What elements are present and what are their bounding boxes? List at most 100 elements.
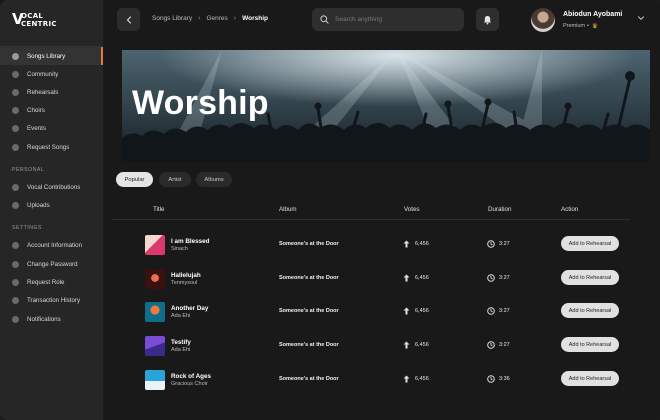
- table-row[interactable]: Testify Ada Ehi Someone's at the Door 6,…: [112, 329, 630, 362]
- add-to-rehearsal-button[interactable]: Add to Rehearsal: [561, 337, 619, 352]
- request-icon: [12, 143, 19, 151]
- vote-icon: [403, 375, 410, 383]
- bell-icon: [484, 15, 491, 24]
- user-icon: [12, 241, 19, 249]
- album-name: Someone's at the Door: [279, 308, 339, 314]
- rehearsals-icon: [12, 88, 19, 96]
- song-artist: Tenmysoul: [171, 280, 198, 286]
- chevron-left-icon: [126, 15, 131, 24]
- breadcrumb-current: Worship: [242, 15, 269, 22]
- table-row[interactable]: Hallelujah Tenmysoul Someone's at the Do…: [112, 262, 630, 295]
- music-icon: [12, 52, 19, 60]
- history-icon: [12, 296, 19, 304]
- vote-count: 6,456: [415, 275, 429, 281]
- column-header-album[interactable]: Album: [279, 206, 297, 213]
- bell-icon: [12, 315, 19, 323]
- clock-icon: [487, 274, 495, 282]
- chevron-down-icon[interactable]: [637, 14, 645, 22]
- search-input[interactable]: Search anything: [312, 8, 464, 31]
- breadcrumb: Songs Library › Genres › Worship: [152, 15, 268, 22]
- tab-popular[interactable]: Popular: [116, 172, 153, 187]
- breadcrumb-genres[interactable]: Genres: [206, 15, 227, 22]
- sidebar-item-rehearsals[interactable]: Rehearsals: [0, 83, 103, 101]
- column-header-votes[interactable]: Votes: [404, 206, 419, 213]
- sidebar-item-change-password[interactable]: Change Password: [0, 255, 103, 273]
- song-artist: Ada Ehi: [171, 347, 191, 353]
- vote-count: 6,456: [415, 308, 429, 314]
- tab-albums[interactable]: Albums: [196, 172, 232, 187]
- column-header-duration[interactable]: Duration: [488, 206, 511, 213]
- clock-icon: [487, 240, 495, 248]
- add-to-rehearsal-button[interactable]: Add to Rehearsal: [561, 303, 619, 318]
- sidebar-item-label: Uploads: [27, 201, 50, 209]
- sidebar-item-transaction-history[interactable]: Transaction History: [0, 291, 103, 309]
- song-title: Hallelujah: [171, 272, 201, 279]
- logo[interactable]: V OCAL CENTRIC: [12, 10, 56, 30]
- song-duration: 3:27: [499, 241, 510, 247]
- role-icon: [12, 278, 19, 286]
- chevron-right-icon: ›: [198, 15, 201, 22]
- sidebar-item-account-information[interactable]: Account Information: [0, 236, 103, 254]
- sidebar-item-choirs[interactable]: Choirs: [0, 101, 103, 119]
- sidebar-item-label: Vocal Contributions: [27, 183, 81, 191]
- crown-icon: ♛: [591, 23, 598, 30]
- upload-icon: [12, 201, 19, 209]
- song-artist: Ada Ehi: [171, 313, 191, 319]
- column-header-action: Action: [561, 206, 579, 213]
- sidebar-item-label: Songs Library: [27, 52, 66, 60]
- song-duration: 3:36: [499, 376, 510, 382]
- table-header-divider: [112, 219, 630, 220]
- song-title: Another Day: [171, 305, 209, 312]
- user-plan: Premium • ♛: [563, 22, 598, 30]
- sidebar-item-label: Account Information: [27, 241, 83, 249]
- sidebar-item-community[interactable]: Community: [0, 65, 103, 83]
- vote-count: 6,456: [415, 342, 429, 348]
- sidebar-item-uploads[interactable]: Uploads: [0, 196, 103, 214]
- vote-count: 6,456: [415, 241, 429, 247]
- user-plan-separator: •: [587, 23, 589, 29]
- sidebar-item-notifications[interactable]: Notifications: [0, 310, 103, 328]
- notifications-button[interactable]: [476, 8, 499, 31]
- song-title: I am Blessed: [171, 238, 210, 245]
- tab-artist[interactable]: Artist: [159, 172, 191, 187]
- logo-text-line2: CENTRIC: [21, 20, 57, 28]
- vote-icon: [403, 274, 410, 282]
- add-to-rehearsal-button[interactable]: Add to Rehearsal: [561, 236, 619, 251]
- user-plan-label: Premium: [563, 23, 586, 29]
- song-artist: Sinach: [171, 246, 188, 252]
- album-cover-image: [145, 336, 165, 356]
- avatar[interactable]: [531, 8, 555, 32]
- sidebar-item-songs-library[interactable]: Songs Library: [0, 47, 103, 65]
- sidebar-item-label: Transaction History: [27, 296, 81, 304]
- song-title: Rock of Ages: [171, 373, 212, 380]
- album-cover-image: [145, 302, 165, 322]
- table-row[interactable]: I am Blessed Sinach Someone's at the Doo…: [112, 228, 630, 261]
- vote-icon: [403, 240, 410, 248]
- sidebar-item-events[interactable]: Events: [0, 119, 103, 137]
- lock-icon: [12, 260, 19, 268]
- sidebar-item-label: Request Role: [27, 278, 65, 286]
- add-to-rehearsal-button[interactable]: Add to Rehearsal: [561, 371, 619, 386]
- sidebar-item-label: Rehearsals: [27, 88, 59, 96]
- chevron-right-icon: ›: [233, 15, 237, 22]
- back-button[interactable]: [117, 8, 140, 31]
- song-duration: 3:27: [499, 342, 510, 348]
- section-label-personal: PERSONAL: [12, 167, 45, 173]
- clock-icon: [487, 341, 495, 349]
- sidebar-item-request-songs[interactable]: Request Songs: [0, 138, 103, 156]
- sidebar-item-request-role[interactable]: Request Role: [0, 273, 103, 291]
- section-label-settings: SETTINGS: [12, 225, 42, 231]
- search-icon: [320, 15, 329, 24]
- song-artist: Gracious Choir: [171, 381, 208, 387]
- add-to-rehearsal-button[interactable]: Add to Rehearsal: [561, 270, 619, 285]
- breadcrumb-songs-library[interactable]: Songs Library: [152, 15, 192, 22]
- sidebar-item-vocal-contributions[interactable]: Vocal Contributions: [0, 178, 103, 196]
- column-header-title[interactable]: Title: [153, 206, 164, 213]
- logo-text-line1: OCAL: [21, 12, 44, 20]
- table-row[interactable]: Another Day Ada Ehi Someone's at the Doo…: [112, 295, 630, 328]
- vote-count: 6,456: [415, 376, 429, 382]
- search-placeholder: Search anything: [335, 16, 382, 23]
- app-window: V OCAL CENTRIC Songs Library Community R…: [0, 0, 660, 420]
- table-row[interactable]: Rock of Ages Gracious Choir Someone's at…: [112, 363, 630, 396]
- clock-icon: [487, 307, 495, 315]
